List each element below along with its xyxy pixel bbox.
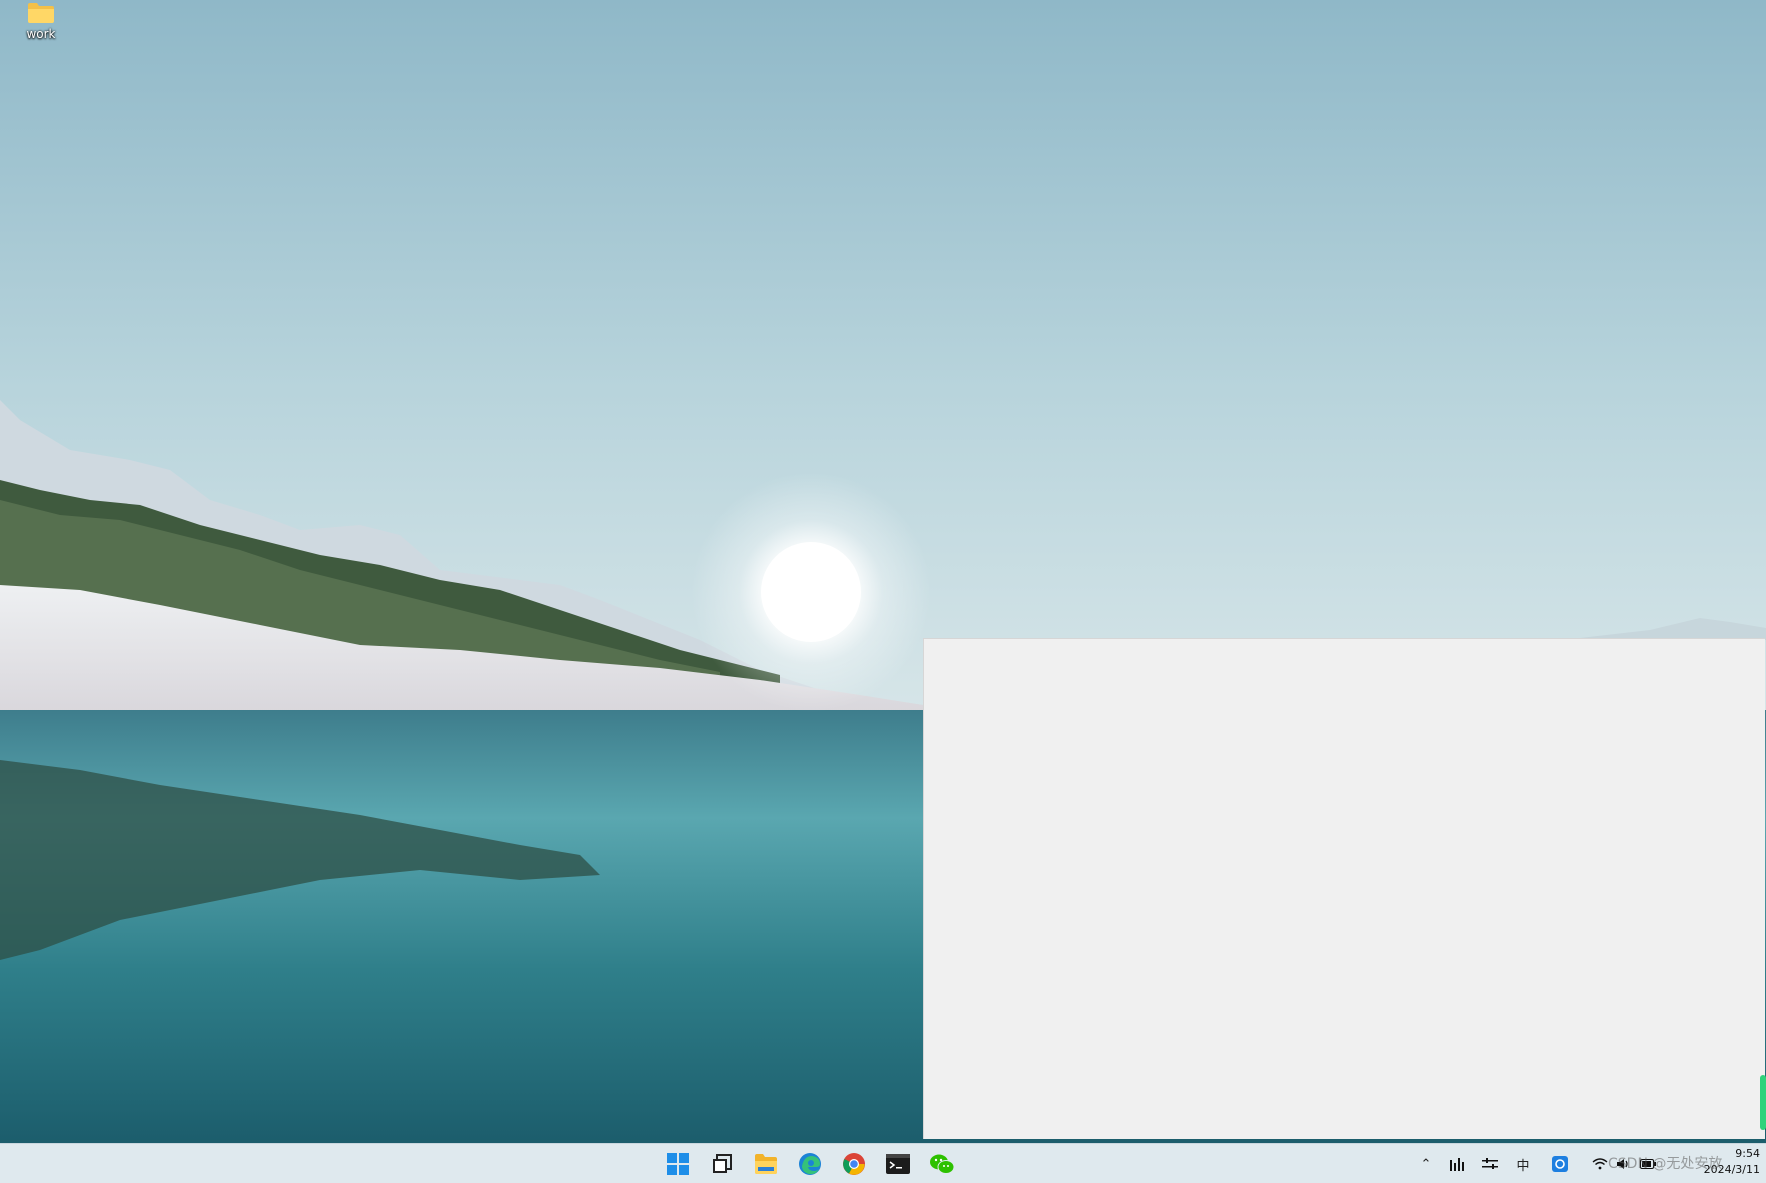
task-view-icon: [713, 1154, 732, 1173]
task-view-button[interactable]: [706, 1149, 738, 1179]
taskbar: ⌃ 中 9:54 2024/3/11: [0, 1143, 1766, 1183]
terminal-icon: [886, 1154, 910, 1174]
tray-settings-button[interactable]: [1478, 1152, 1502, 1176]
desktop: work ⌃ 中 9:54 2024/3/11 CSDN @无处安放: [0, 0, 1766, 1183]
start-button[interactable]: [662, 1149, 694, 1179]
tray-app-button[interactable]: [1446, 1152, 1470, 1176]
folder-icon: [28, 3, 54, 23]
chrome-browser-button[interactable]: [838, 1149, 870, 1179]
windows-start-icon: [667, 1153, 689, 1175]
folder-icon: [755, 1154, 777, 1174]
desktop-icon-label: work: [26, 27, 56, 41]
blank-app-window[interactable]: [923, 638, 1765, 1139]
edge-indicator: [1760, 1075, 1766, 1130]
sliders-icon: [1482, 1158, 1498, 1169]
chevron-up-icon: ⌃: [1420, 1156, 1432, 1172]
ime-label: 中: [1516, 1158, 1530, 1174]
blue-app-icon: [1552, 1156, 1568, 1172]
tray-app-blue-button[interactable]: [1548, 1152, 1572, 1176]
desktop-icon-work[interactable]: work: [14, 2, 68, 41]
watermark: CSDN @无处安放: [1608, 1156, 1723, 1172]
bar-chart-icon: [1450, 1158, 1464, 1171]
terminal-button[interactable]: [882, 1149, 914, 1179]
show-hidden-icons-button[interactable]: ⌃: [1414, 1152, 1438, 1176]
edge-browser-icon: [799, 1153, 821, 1175]
input-method-button[interactable]: 中: [1511, 1152, 1535, 1176]
edge-browser-button[interactable]: [794, 1149, 826, 1179]
file-explorer-button[interactable]: [750, 1149, 782, 1179]
wechat-icon: [930, 1154, 955, 1174]
wechat-button[interactable]: [926, 1149, 958, 1179]
wifi-icon: [1592, 1158, 1608, 1170]
chrome-browser-icon: [843, 1153, 865, 1175]
